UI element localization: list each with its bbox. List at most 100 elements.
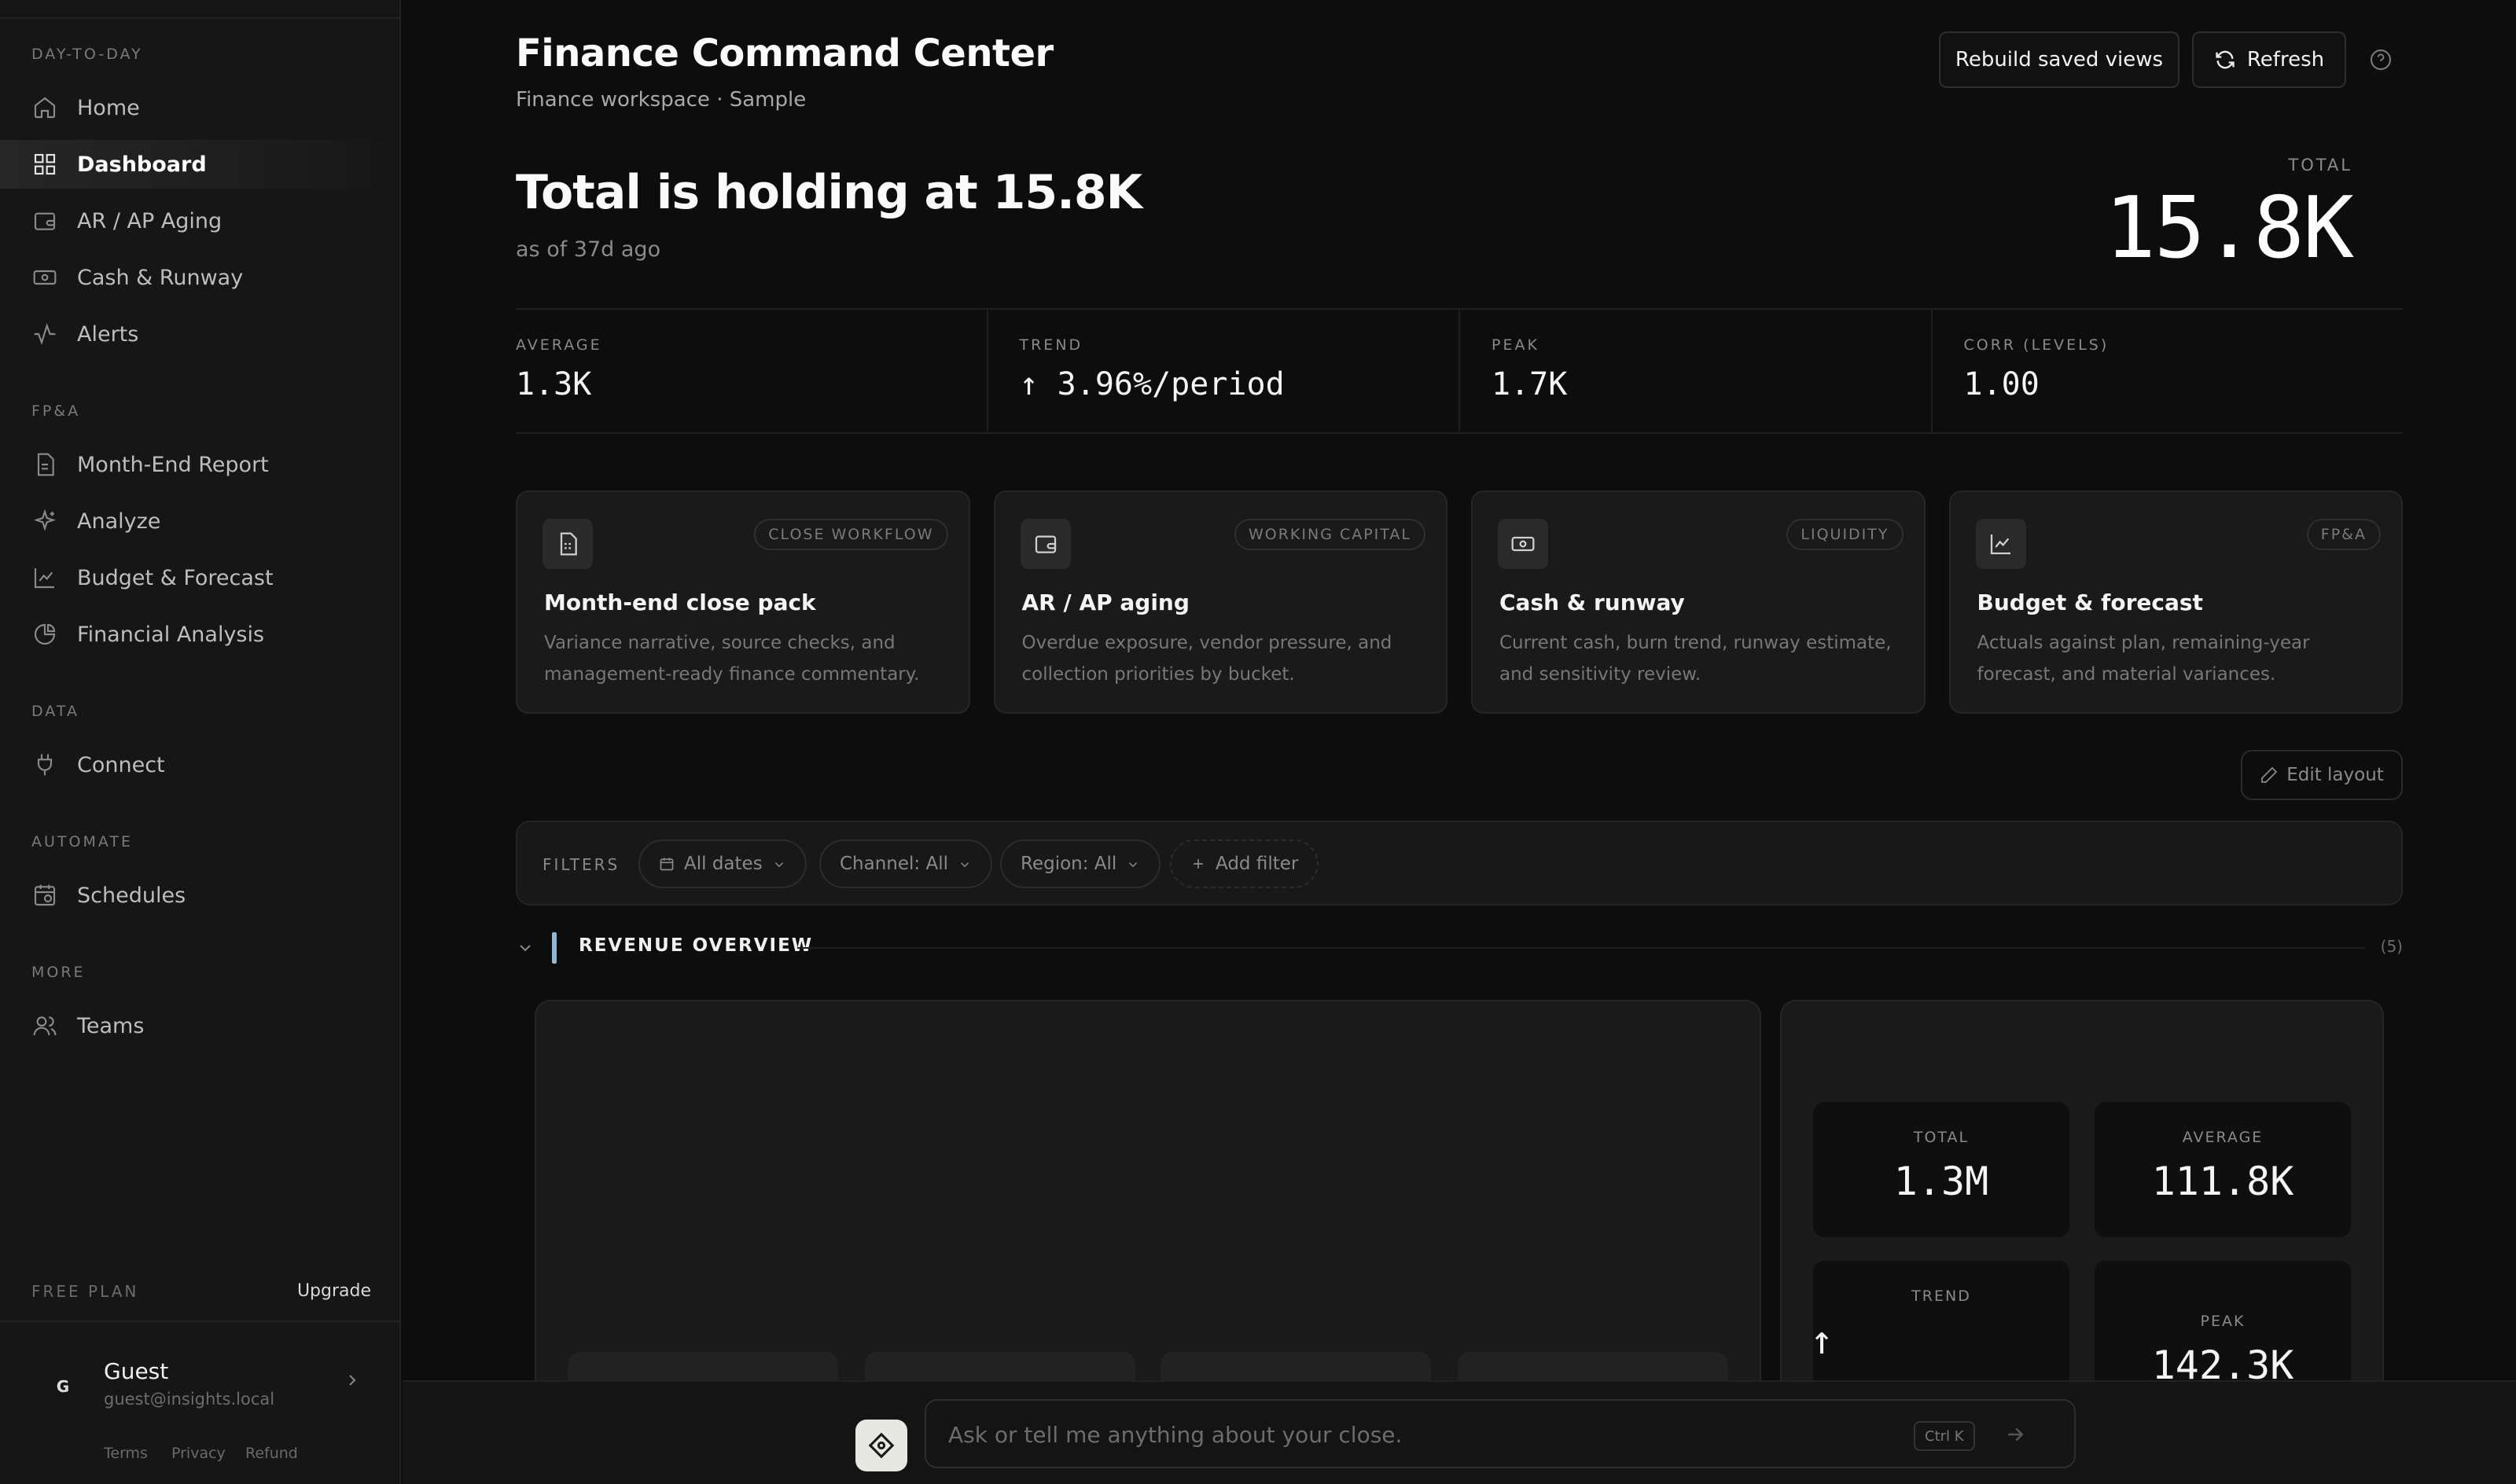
banknote-icon xyxy=(31,264,58,291)
section-count: (5) xyxy=(2380,937,2403,956)
metric-trend: TREND ↑ xyxy=(1810,1261,2069,1396)
summary-headline: Total is holding at 15.8K xyxy=(516,165,1142,220)
home-icon xyxy=(31,94,58,121)
card-description: Actuals against plan, remaining-year for… xyxy=(1977,633,2310,685)
chip-label: Channel: All xyxy=(840,854,948,874)
sidebar-item-alerts[interactable]: Alerts xyxy=(0,310,399,358)
edit-layout-button[interactable]: Edit layout xyxy=(2241,750,2403,800)
sidebar-item-teams[interactable]: Teams xyxy=(0,1001,399,1050)
add-filter-button[interactable]: Add filter xyxy=(1170,839,1319,888)
sidebar-item-label: Financial Analysis xyxy=(77,622,265,647)
section-header-revenue-overview: REVENUE OVERVIEW (5) xyxy=(516,932,2403,964)
page-subtitle: Finance workspace · Sample xyxy=(516,88,807,112)
sidebar: DAY-TO-DAY Home Dashboard AR / AP Aging … xyxy=(0,0,401,1484)
sidebar-item-financial-analysis[interactable]: Financial Analysis xyxy=(0,610,399,659)
card-description: Variance narrative, source checks, and m… xyxy=(544,633,920,685)
card-description: Overdue exposure, vendor pressure, and c… xyxy=(1021,633,1392,685)
card-tag: CLOSE WORKFLOW xyxy=(754,519,948,550)
divider xyxy=(0,1321,399,1322)
line-chart-icon xyxy=(1975,519,2026,569)
chevron-right-icon[interactable] xyxy=(343,1371,362,1390)
pie-chart-icon xyxy=(31,621,58,648)
card-title: Cash & runway xyxy=(1499,590,1685,615)
ask-input[interactable] xyxy=(948,1415,1876,1454)
filter-chip-dates[interactable]: All dates xyxy=(638,839,807,888)
sidebar-item-budget-forecast[interactable]: Budget & Forecast xyxy=(0,553,399,602)
avatar[interactable]: G xyxy=(46,1369,80,1404)
refresh-icon xyxy=(2214,49,2247,71)
edit-layout-label: Edit layout xyxy=(2286,765,2384,785)
help-icon[interactable] xyxy=(2368,47,2393,72)
section-label-day-to-day: DAY-TO-DAY xyxy=(31,46,143,63)
chip-label: Region: All xyxy=(1021,854,1117,874)
section-title: REVENUE OVERVIEW xyxy=(579,935,814,956)
card-tag: FP&A xyxy=(2306,519,2381,550)
plus-icon xyxy=(1190,856,1206,872)
section-accent-bar xyxy=(552,932,557,964)
section-label-fpa: FP&A xyxy=(31,402,81,420)
stat-value: 1.00 xyxy=(1963,366,2040,402)
chevron-down-icon xyxy=(958,857,972,871)
sidebar-item-dashboard[interactable]: Dashboard xyxy=(0,140,399,189)
stat-label: TREND xyxy=(1019,336,1083,354)
sidebar-item-label: Connect xyxy=(77,752,165,777)
stats-row: AVERAGE 1.3K TREND ↑ 3.96%/period PEAK 1… xyxy=(516,308,2403,434)
stat-trend: TREND ↑ 3.96%/period xyxy=(988,310,1460,432)
metric-label: PEAK xyxy=(2200,1313,2246,1330)
stat-value: 1.7K xyxy=(1492,366,1568,402)
chevron-down-icon xyxy=(1126,857,1140,871)
sidebar-item-month-end-report[interactable]: Month-End Report xyxy=(0,440,399,489)
rebuild-label: Rebuild saved views xyxy=(1955,48,2164,72)
activity-icon xyxy=(31,321,58,347)
plug-icon xyxy=(31,751,58,778)
sidebar-item-cash-runway[interactable]: Cash & Runway xyxy=(0,253,399,302)
sidebar-item-analyze[interactable]: Analyze xyxy=(0,497,399,545)
pencil-icon xyxy=(2260,766,2286,784)
line-chart-icon xyxy=(31,564,58,591)
sidebar-item-ar-ap-aging[interactable]: AR / AP Aging xyxy=(0,197,399,245)
metric-peak: PEAK 142.3K xyxy=(2095,1261,2351,1396)
stat-peak: PEAK 1.7K xyxy=(1460,310,1933,432)
file-text-icon xyxy=(543,519,593,569)
ask-bar: Ctrl K xyxy=(403,1380,2516,1484)
ask-field[interactable]: Ctrl K xyxy=(925,1399,2076,1468)
metric-total: TOTAL 1.3M xyxy=(1813,1102,2069,1237)
file-text-icon xyxy=(31,451,58,478)
plan-label: FREE PLAN xyxy=(31,1281,139,1301)
plan-row: FREE PLAN Upgrade xyxy=(31,1281,371,1301)
terms-link[interactable]: Terms xyxy=(104,1445,148,1462)
assistant-icon[interactable] xyxy=(855,1420,907,1471)
user-email: guest@insights.local xyxy=(104,1390,275,1409)
rebuild-saved-views-button[interactable]: Rebuild saved views xyxy=(1939,31,2179,88)
metric-value: ↑ xyxy=(1810,1317,1834,1363)
privacy-link[interactable]: Privacy xyxy=(171,1445,226,1462)
sidebar-item-home[interactable]: Home xyxy=(0,83,399,132)
card-month-end-close-pack[interactable]: CLOSE WORKFLOW Month-end close pack Vari… xyxy=(516,490,970,714)
filters-bar: FILTERS All dates Channel: All Region: A… xyxy=(516,821,2403,905)
user-name[interactable]: Guest xyxy=(104,1358,168,1384)
refresh-button[interactable]: Refresh xyxy=(2192,31,2346,88)
card-budget-forecast[interactable]: FP&A Budget & forecast Actuals against p… xyxy=(1948,490,2403,714)
card-ar-ap-aging[interactable]: WORKING CAPITAL AR / AP aging Overdue ex… xyxy=(993,490,1447,714)
refresh-label: Refresh xyxy=(2246,48,2325,72)
section-label-automate: AUTOMATE xyxy=(31,833,133,850)
chevron-down-icon[interactable] xyxy=(516,939,535,957)
quick-cards: CLOSE WORKFLOW Month-end close pack Vari… xyxy=(516,490,2403,714)
metric-label: TREND xyxy=(1911,1287,1971,1305)
sidebar-item-label: Alerts xyxy=(77,321,139,347)
stat-corr: CORR (LEVELS) 1.00 xyxy=(1933,310,2404,432)
card-cash-runway[interactable]: LIQUIDITY Cash & runway Current cash, bu… xyxy=(1471,490,1926,714)
arrow-right-icon[interactable] xyxy=(2003,1423,2029,1448)
sidebar-item-connect[interactable]: Connect xyxy=(0,740,399,789)
kpi-label: TOTAL xyxy=(2288,156,2352,174)
stat-average: AVERAGE 1.3K xyxy=(516,310,988,432)
filter-chip-channel[interactable]: Channel: All xyxy=(819,839,992,888)
chip-label: All dates xyxy=(684,854,763,874)
sidebar-item-schedules[interactable]: Schedules xyxy=(0,871,399,920)
filter-chip-region[interactable]: Region: All xyxy=(1000,839,1161,888)
section-label-data: DATA xyxy=(31,703,79,720)
upgrade-link[interactable]: Upgrade xyxy=(297,1281,371,1301)
refund-link[interactable]: Refund xyxy=(245,1445,298,1462)
calendar-icon xyxy=(659,856,675,872)
chevron-down-icon xyxy=(772,857,786,871)
